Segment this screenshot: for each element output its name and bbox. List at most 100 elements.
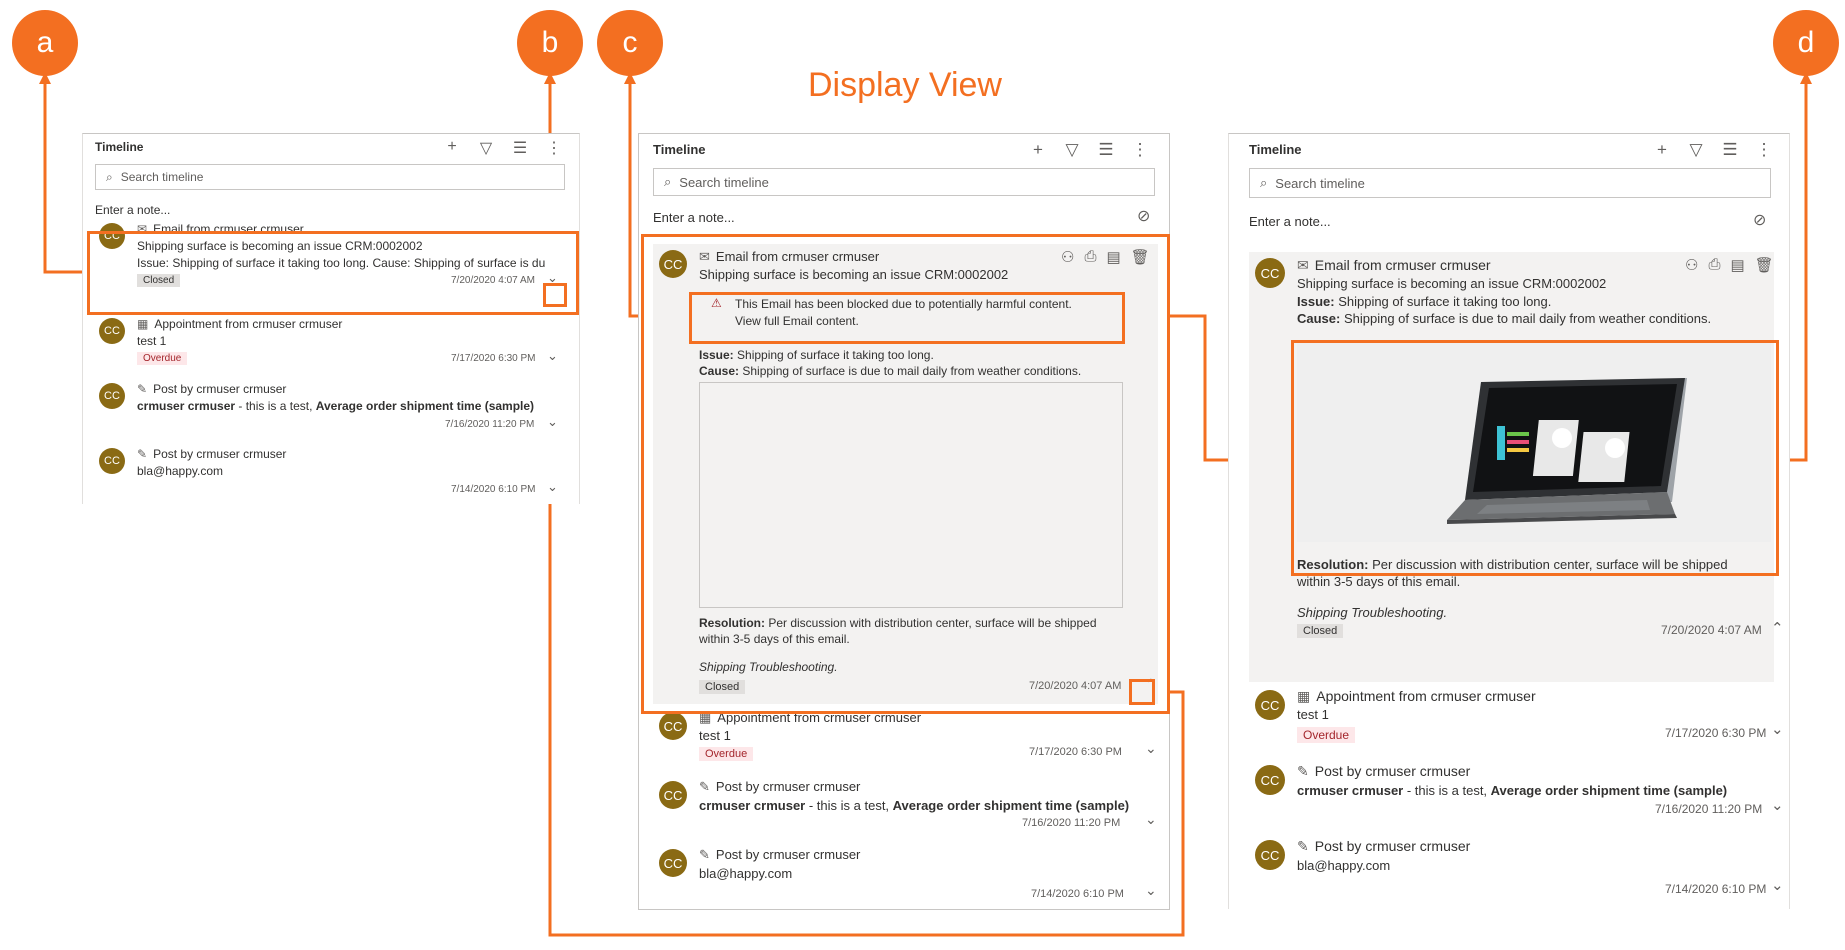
chevron-down-icon[interactable]: ⌄ <box>547 414 558 430</box>
post-icon: ✎ <box>699 847 710 862</box>
email-cause: Cause: Shipping of surface is due to mai… <box>1297 311 1712 326</box>
timeline-title: Timeline <box>1249 142 1302 157</box>
post-item-title[interactable]: ✎ Post by crmuser crmuser <box>137 382 286 396</box>
avatar: CC <box>99 383 125 409</box>
post-item-title[interactable]: ✎ Post by crmuser crmuser <box>137 447 286 461</box>
email-subject: Shipping surface is becoming an issue CR… <box>1297 276 1607 291</box>
post-item-title[interactable]: ✎ Post by crmuser crmuser <box>1297 838 1470 855</box>
sort-icon[interactable]: ☰ <box>511 138 529 158</box>
post-icon: ✎ <box>1297 838 1309 854</box>
sort-icon[interactable]: ☰ <box>1097 140 1115 160</box>
search-placeholder: Search timeline <box>679 174 769 190</box>
delete-icon[interactable]: 🗑 <box>1755 256 1774 274</box>
post-icon: ✎ <box>699 779 710 794</box>
email-issue: Issue: Shipping of surface it taking too… <box>1297 294 1552 309</box>
highlight-d-image <box>1291 340 1779 576</box>
sort-icon[interactable]: ☰ <box>1721 140 1739 160</box>
post-body: bla@happy.com <box>137 464 224 478</box>
post-icon: ✎ <box>137 447 148 461</box>
avatar: CC <box>1255 258 1285 288</box>
note-input[interactable]: Enter a note... <box>95 203 170 217</box>
queue-icon[interactable]: ▤ <box>1730 256 1744 274</box>
highlight-b <box>543 283 567 307</box>
callout-d: d <box>1773 10 1839 76</box>
post-body: crmuser crmuser - this is a test, Averag… <box>137 399 535 413</box>
resolve-icon[interactable]: ⎙ <box>1708 256 1720 274</box>
more-icon[interactable]: ⋮ <box>1755 140 1773 160</box>
note-input[interactable]: Enter a note... <box>1249 214 1331 229</box>
display-view-title: Display View <box>807 66 1002 104</box>
timeline-title: Timeline <box>653 142 706 157</box>
attachment-icon[interactable]: ⊘ <box>1753 210 1766 230</box>
highlight-b-chevron <box>1129 679 1155 705</box>
post-item-title[interactable]: ✎ Post by crmuser crmuser <box>1297 763 1470 780</box>
search-icon: ⌕ <box>106 169 113 184</box>
search-input[interactable]: ⌕ Search timeline <box>1249 168 1771 198</box>
avatar: CC <box>99 448 125 474</box>
avatar: CC <box>99 318 125 344</box>
post-date: 7/14/2020 6:10 PM <box>451 484 536 495</box>
avatar: CC <box>659 849 687 877</box>
avatar: CC <box>659 712 687 740</box>
filter-icon[interactable]: ▽ <box>1063 140 1081 160</box>
post-date: 7/16/2020 11:20 PM <box>1655 802 1763 816</box>
chevron-down-icon[interactable]: ⌄ <box>547 348 558 364</box>
email-actions: ⚇ ⎙ ▤ 🗑 <box>1685 256 1774 274</box>
filter-icon[interactable]: ▽ <box>477 138 495 158</box>
chevron-down-icon[interactable]: ⌄ <box>1145 811 1157 828</box>
post-item-title[interactable]: ✎ Post by crmuser crmuser <box>699 847 860 863</box>
more-icon[interactable]: ⋮ <box>545 138 563 158</box>
timeline-panel-full: Timeline + ▽ ☰ ⋮ ⌕ Search timeline Enter… <box>1228 133 1790 909</box>
chevron-down-icon[interactable]: ⌄ <box>1771 796 1784 814</box>
plus-icon[interactable]: + <box>443 138 461 158</box>
search-placeholder: Search timeline <box>1275 175 1365 191</box>
filter-icon[interactable]: ▽ <box>1687 140 1705 160</box>
chevron-up-icon[interactable]: ⌃ <box>1771 619 1784 637</box>
assign-icon[interactable]: ⚇ <box>1685 256 1698 274</box>
post-link[interactable]: Average order shipment time (sample) <box>893 798 1129 813</box>
more-icon[interactable]: ⋮ <box>1131 140 1149 160</box>
plus-icon[interactable]: + <box>1029 140 1047 160</box>
highlight-a <box>87 231 579 315</box>
appointment-body: test 1 <box>1297 707 1329 722</box>
timeline-title: Timeline <box>95 140 144 154</box>
chevron-down-icon[interactable]: ⌄ <box>1771 876 1784 894</box>
timeline-header-actions: + ▽ ☰ ⋮ <box>443 138 563 158</box>
post-link[interactable]: Average order shipment time (sample) <box>316 399 534 413</box>
search-icon: ⌕ <box>664 174 672 189</box>
appointment-date: 7/17/2020 6:30 PM <box>1029 746 1122 758</box>
post-icon: ✎ <box>1297 763 1309 779</box>
chevron-down-icon[interactable]: ⌄ <box>1145 740 1157 757</box>
post-item-title[interactable]: ✎ Post by crmuser crmuser <box>699 779 860 795</box>
callout-a: a <box>12 10 78 76</box>
email-resolution-2: within 3-5 days of this email. <box>1297 574 1461 589</box>
email-date: 7/20/2020 4:07 AM <box>1661 623 1762 637</box>
post-body: crmuser crmuser - this is a test, Averag… <box>1297 783 1728 798</box>
appointment-date: 7/17/2020 6:30 PM <box>451 353 536 364</box>
chevron-down-icon[interactable]: ⌄ <box>1771 720 1784 738</box>
timeline-panel-collapsed: Timeline + ▽ ☰ ⋮ ⌕ Search timeline Enter… <box>82 133 580 504</box>
chevron-down-icon[interactable]: ⌄ <box>547 479 558 495</box>
overdue-badge: Overdue <box>137 352 188 365</box>
appointment-item-title[interactable]: ▦ Appointment from crmuser crmuser <box>137 317 342 331</box>
chevron-down-icon[interactable]: ⌄ <box>1145 882 1157 899</box>
plus-icon[interactable]: + <box>1653 140 1671 160</box>
appointment-date: 7/17/2020 6:30 PM <box>1665 726 1767 740</box>
post-link[interactable]: Average order shipment time (sample) <box>1491 783 1727 798</box>
post-date: 7/14/2020 6:10 PM <box>1665 882 1767 896</box>
email-footer: Shipping Troubleshooting. <box>1297 605 1448 620</box>
note-input[interactable]: Enter a note... <box>653 210 735 225</box>
email-item-title[interactable]: ✉ Email from crmuser crmuser <box>1297 257 1491 274</box>
avatar: CC <box>1255 765 1285 795</box>
timeline-header-actions: + ▽ ☰ ⋮ <box>1029 140 1149 160</box>
timeline-panel-blocked: Timeline + ▽ ☰ ⋮ ⌕ Search timeline Enter… <box>638 133 1170 910</box>
attachment-icon[interactable]: ⊘ <box>1137 206 1150 226</box>
search-input[interactable]: ⌕ Search timeline <box>653 168 1155 196</box>
appointment-body: test 1 <box>699 728 731 743</box>
post-date: 7/14/2020 6:10 PM <box>1031 888 1124 900</box>
search-input[interactable]: ⌕ Search timeline <box>95 164 565 190</box>
appointment-item-title[interactable]: ▦ Appointment from crmuser crmuser <box>1297 688 1536 705</box>
calendar-icon: ▦ <box>1297 688 1311 704</box>
post-body: bla@happy.com <box>699 866 793 881</box>
post-body: bla@happy.com <box>1297 858 1391 873</box>
